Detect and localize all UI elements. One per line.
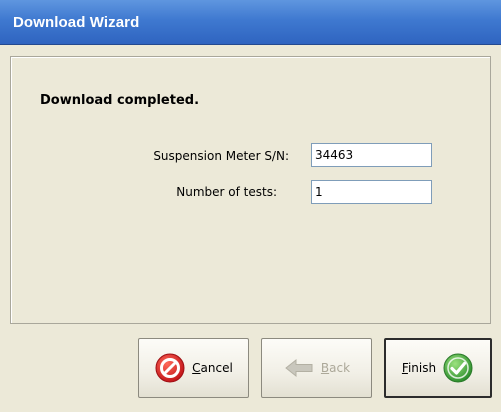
title-bar[interactable]: Download Wizard	[0, 0, 501, 45]
number-of-tests-label: Number of tests:	[176, 185, 277, 199]
window-title: Download Wizard	[13, 14, 140, 31]
status-heading: Download completed.	[40, 93, 200, 108]
check-icon	[442, 352, 474, 384]
serial-number-label: Suspension Meter S/N:	[153, 149, 289, 163]
wizard-content-panel: Download completed. Suspension Meter S/N…	[10, 56, 491, 324]
number-of-tests-field[interactable]: 1	[311, 180, 432, 204]
cancel-button[interactable]: Cancel	[138, 338, 249, 398]
download-wizard-window: Download Wizard Download completed. Susp…	[0, 0, 501, 412]
back-button: Back	[261, 338, 372, 398]
back-arrow-icon	[283, 352, 315, 384]
serial-number-field[interactable]: 34463	[311, 143, 432, 167]
finish-label: Finish	[401, 361, 437, 375]
back-label: Back	[320, 361, 351, 375]
cancel-icon	[154, 352, 186, 384]
finish-button[interactable]: Finish	[384, 338, 492, 398]
button-bar: Cancel Back Finish	[0, 326, 501, 412]
cancel-label: Cancel	[192, 361, 233, 375]
